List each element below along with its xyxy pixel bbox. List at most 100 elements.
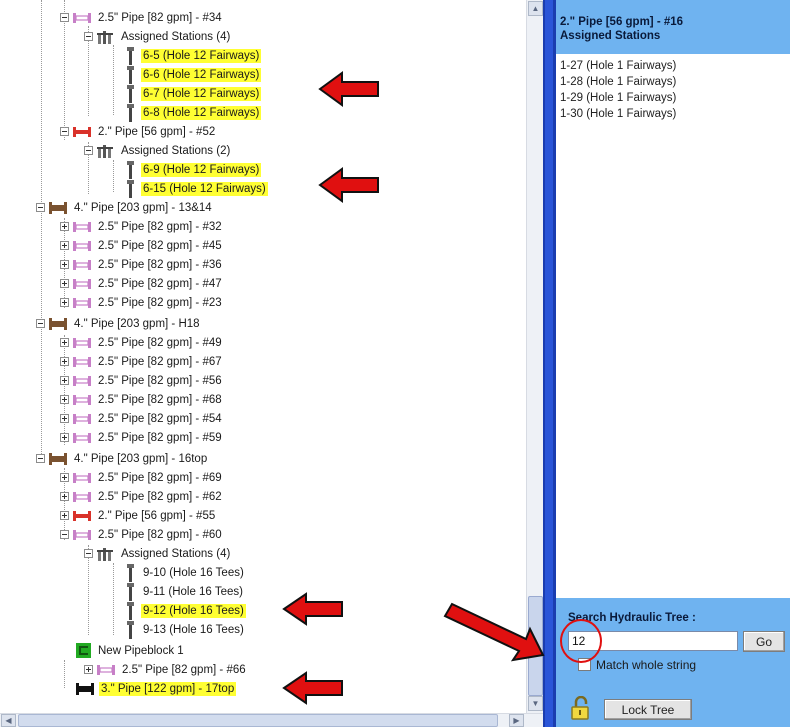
- tree-node-station[interactable]: 6-7 (Hole 12 Fairways): [126, 84, 262, 103]
- tree-horizontal-scrollbar[interactable]: ◀ ▶: [0, 713, 543, 727]
- expand-icon[interactable]: [60, 298, 69, 307]
- red-arrow-icon: [318, 71, 379, 107]
- tree-node-pipe[interactable]: 2.5" Pipe [82 gpm] - #36: [60, 255, 224, 274]
- list-item[interactable]: 1-27 (Hole 1 Fairways): [560, 58, 788, 74]
- lock-icon: [571, 696, 589, 720]
- pipe-icon: [73, 221, 91, 232]
- tree-node-station[interactable]: 6-5 (Hole 12 Fairways): [126, 46, 262, 65]
- tree-node-station[interactable]: 6-9 (Hole 12 Fairways): [126, 160, 262, 179]
- station-icon: [127, 601, 134, 620]
- tree-node-pipeblock[interactable]: New Pipeblock 1: [76, 641, 186, 660]
- tree-node-pipe[interactable]: 2.5" Pipe [82 gpm] - #59: [60, 428, 224, 447]
- lock-tree-button[interactable]: Lock Tree: [604, 699, 692, 720]
- tree-node-pipe[interactable]: 2.5" Pipe [82 gpm] - #67: [60, 352, 224, 371]
- scroll-left-icon[interactable]: ◀: [1, 714, 16, 727]
- tree-node-pipe[interactable]: 2.5" Pipe [82 gpm] - #32: [60, 217, 224, 236]
- annotation-circle: [560, 619, 602, 663]
- tree-node-pipe[interactable]: 2.5" Pipe [82 gpm] - #56: [60, 371, 224, 390]
- tree-node-pipe[interactable]: 2.5" Pipe [82 gpm] - #47: [60, 274, 224, 293]
- expand-icon[interactable]: [60, 433, 69, 442]
- tree-node-assigned-stations[interactable]: Assigned Stations (2): [84, 141, 232, 160]
- pipe-icon: [73, 356, 91, 367]
- go-button[interactable]: Go: [743, 631, 785, 652]
- collapse-icon[interactable]: [36, 203, 45, 212]
- pipe-icon: [49, 201, 67, 214]
- expand-icon[interactable]: [60, 241, 69, 250]
- tree-node-pipe[interactable]: 2.5" Pipe [82 gpm] - #34: [60, 8, 224, 27]
- pipe-icon: [49, 317, 67, 330]
- tree-node-pipe[interactable]: 4." Pipe [203 gpm] - 13&14: [36, 198, 214, 217]
- tree-node-pipe[interactable]: 2.5" Pipe [82 gpm] - #68: [60, 390, 224, 409]
- scroll-right-icon[interactable]: ▶: [509, 714, 524, 727]
- tree-node-pipe[interactable]: 2.5" Pipe [82 gpm] - #60: [60, 525, 224, 544]
- red-arrow-icon: [282, 671, 343, 705]
- collapse-icon[interactable]: [60, 13, 69, 22]
- red-arrow-icon: [443, 602, 545, 662]
- collapse-icon[interactable]: [84, 549, 93, 558]
- expand-icon[interactable]: [60, 511, 69, 520]
- pipe-icon: [73, 510, 91, 521]
- collapse-icon[interactable]: [84, 146, 93, 155]
- tree-node-pipe[interactable]: 2.5" Pipe [82 gpm] - #62: [60, 487, 224, 506]
- collapse-icon[interactable]: [60, 530, 69, 539]
- scroll-up-icon[interactable]: ▲: [528, 1, 543, 16]
- expand-icon[interactable]: [60, 222, 69, 231]
- tree-node-assigned-stations[interactable]: Assigned Stations (4): [84, 544, 232, 563]
- collapse-icon[interactable]: [60, 127, 69, 136]
- expand-icon[interactable]: [60, 376, 69, 385]
- tree-node-pipe[interactable]: 2.5" Pipe [82 gpm] - #66: [84, 660, 248, 679]
- collapse-icon[interactable]: [36, 454, 45, 463]
- expand-icon[interactable]: [60, 492, 69, 501]
- pipe-icon: [97, 664, 115, 675]
- pipe-icon: [73, 240, 91, 251]
- tree-node-pipe[interactable]: 4." Pipe [203 gpm] - H18: [36, 314, 202, 333]
- assigned-stations-list: 1-27 (Hole 1 Fairways) 1-28 (Hole 1 Fair…: [560, 58, 788, 122]
- station-group-icon: [97, 548, 113, 561]
- station-icon: [127, 103, 134, 122]
- list-item[interactable]: 1-29 (Hole 1 Fairways): [560, 90, 788, 106]
- station-icon: [127, 160, 134, 179]
- pipe-icon: [73, 491, 91, 502]
- tree-node-station[interactable]: 9-13 (Hole 16 Tees): [126, 620, 246, 639]
- tree-node-pipe[interactable]: 2.5" Pipe [82 gpm] - #45: [60, 236, 224, 255]
- station-icon: [127, 582, 134, 601]
- collapse-icon[interactable]: [84, 32, 93, 41]
- pipe-icon: [49, 452, 67, 465]
- expand-icon[interactable]: [60, 414, 69, 423]
- red-arrow-icon: [282, 592, 343, 626]
- tree-node-station[interactable]: 9-11 (Hole 16 Tees): [126, 582, 245, 601]
- tree-node-pipe[interactable]: 2.5" Pipe [82 gpm] - #23: [60, 293, 224, 312]
- red-arrow-icon: [318, 167, 379, 203]
- tree-node-pipe[interactable]: 3." Pipe [122 gpm] - 17top: [76, 679, 237, 698]
- tree-node-station[interactable]: 9-10 (Hole 16 Tees): [126, 563, 246, 582]
- tree-guide-line: [64, 660, 65, 688]
- pipe-icon: [73, 432, 91, 443]
- tree-guide-line: [113, 45, 114, 115]
- expand-icon[interactable]: [60, 338, 69, 347]
- expand-icon[interactable]: [60, 357, 69, 366]
- tree-node-station[interactable]: 9-12 (Hole 16 Tees): [126, 601, 246, 620]
- expand-icon[interactable]: [84, 665, 93, 674]
- tree-node-pipe[interactable]: 2.5" Pipe [82 gpm] - #49: [60, 333, 224, 352]
- tree-node-pipe[interactable]: 4." Pipe [203 gpm] - 16top: [36, 449, 209, 468]
- tree-node-station[interactable]: 6-8 (Hole 12 Fairways): [126, 103, 262, 122]
- tree-guide-line: [113, 160, 114, 192]
- tree-node-pipe[interactable]: 2.5" Pipe [82 gpm] - #69: [60, 468, 224, 487]
- station-icon: [127, 563, 134, 582]
- tree-node-station[interactable]: 6-6 (Hole 12 Fairways): [126, 65, 262, 84]
- expand-icon[interactable]: [60, 473, 69, 482]
- scrollbar-thumb[interactable]: [18, 714, 498, 727]
- expand-icon[interactable]: [60, 279, 69, 288]
- detail-subtitle: Assigned Stations: [560, 30, 661, 42]
- tree-node-pipe[interactable]: 2." Pipe [56 gpm] - #52: [60, 122, 217, 141]
- expand-icon[interactable]: [60, 395, 69, 404]
- list-item[interactable]: 1-28 (Hole 1 Fairways): [560, 74, 788, 90]
- tree-node-pipe[interactable]: 2.5" Pipe [82 gpm] - #54: [60, 409, 224, 428]
- list-item[interactable]: 1-30 (Hole 1 Fairways): [560, 106, 788, 122]
- scroll-down-icon[interactable]: ▼: [528, 696, 543, 711]
- tree-node-station[interactable]: 6-15 (Hole 12 Fairways): [126, 179, 268, 198]
- tree-node-assigned-stations[interactable]: Assigned Stations (4): [84, 27, 232, 46]
- expand-icon[interactable]: [60, 260, 69, 269]
- tree-node-pipe[interactable]: 2." Pipe [56 gpm] - #55: [60, 506, 217, 525]
- collapse-icon[interactable]: [36, 319, 45, 328]
